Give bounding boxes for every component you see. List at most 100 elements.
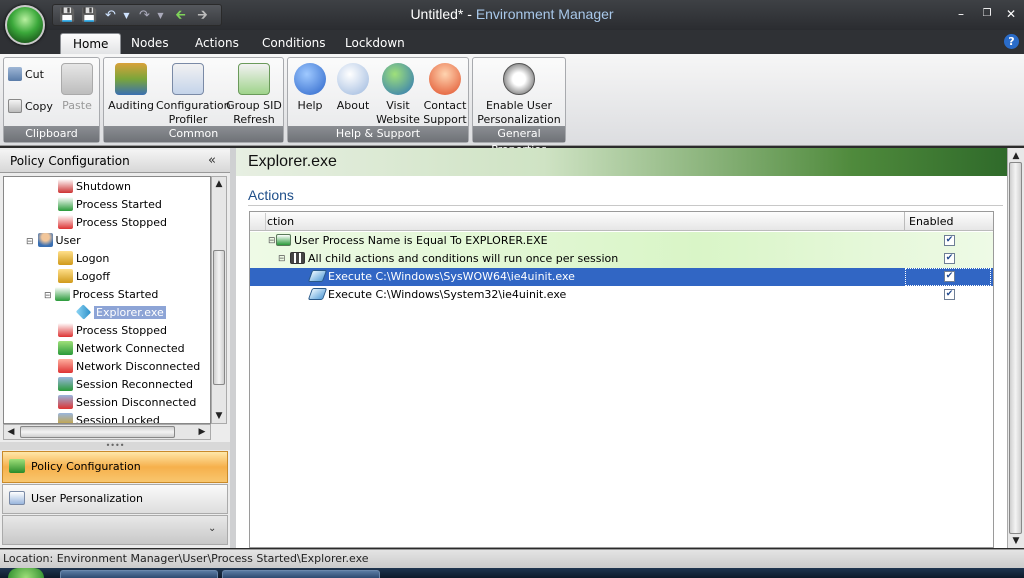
config-profiler-line1: Configuration [156, 99, 231, 112]
tree-vertical-scroll-thumb[interactable] [213, 250, 225, 385]
collapse-pane-icon[interactable]: « [208, 152, 222, 170]
about-button[interactable]: About [332, 60, 374, 126]
contact-line1: Contact [423, 99, 467, 112]
cut-button[interactable]: Cut [8, 66, 44, 84]
document-name: Untitled* [410, 6, 464, 22]
grid-row-once-per-session[interactable]: ⊟ All child actions and conditions will … [250, 250, 993, 268]
scroll-down-icon[interactable]: ▼ [1010, 535, 1022, 547]
minimize-button[interactable]: – [952, 6, 970, 22]
tree-item-session-reconnected[interactable]: Session Reconnected [58, 376, 193, 394]
general-properties-group-label: General Properties [473, 126, 565, 156]
nav-user-personalization[interactable]: User Personalization [2, 484, 228, 514]
paste-button[interactable]: Paste [52, 60, 102, 126]
logon-icon [58, 251, 73, 265]
enabled-checkbox[interactable]: ✔ [944, 235, 955, 246]
user-icon [37, 233, 53, 247]
session-reconnected-icon [58, 377, 73, 391]
enabled-checkbox[interactable]: ✔ [944, 253, 955, 264]
column-separator[interactable] [904, 212, 905, 231]
clipboard-group: Cut Copy Paste Clipboard [3, 57, 100, 143]
help-button[interactable]: Help [288, 60, 332, 126]
visit-line2: Website [376, 113, 420, 126]
cut-label: Cut [25, 68, 44, 81]
taskbar-button[interactable] [222, 570, 380, 578]
window-title: Untitled* - Environment Manager [0, 6, 1024, 22]
tree-item-process-started[interactable]: Process Started [58, 196, 162, 214]
tree-item-shutdown[interactable]: Shutdown [58, 178, 131, 196]
taskbar-button[interactable] [60, 570, 218, 578]
group-sid-refresh-button[interactable]: Group SID Refresh [226, 60, 282, 126]
chevron-down-icon[interactable]: ⌄ [208, 522, 222, 536]
scroll-left-icon[interactable]: ◀ [5, 426, 17, 438]
tree-item-process-stopped[interactable]: Process Stopped [58, 214, 167, 232]
tree-item-network-connected[interactable]: Network Connected [58, 340, 185, 358]
tree-item-session-disconnected[interactable]: Session Disconnected [58, 394, 196, 412]
nav-policy-configuration[interactable]: Policy Configuration [2, 451, 228, 483]
tree-label: Process Stopped [76, 324, 167, 337]
help-label: Help [297, 99, 323, 112]
scroll-right-icon[interactable]: ▶ [196, 426, 208, 438]
tree-item-logon[interactable]: Logon [58, 250, 109, 268]
tree-item-user[interactable]: ⊟ User [26, 232, 81, 250]
right-scroll-thumb[interactable] [1009, 162, 1022, 534]
start-button[interactable] [8, 568, 44, 578]
configuration-profiler-button[interactable]: Configuration Profiler [156, 60, 231, 126]
group-sid-refresh-icon [238, 63, 270, 95]
tab-conditions[interactable]: Conditions [250, 33, 338, 54]
expander-minus-icon[interactable]: ⊟ [268, 232, 276, 250]
column-header-enabled[interactable]: Enabled [909, 213, 953, 230]
grid-row-execute-system32[interactable]: Execute C:\Windows\System32\ie4uinit.exe… [250, 286, 993, 304]
enable-user-personalization-button[interactable]: Enable User Personalization [475, 60, 563, 126]
close-button[interactable]: ✕ [1002, 6, 1020, 22]
column-header-action[interactable]: ction [267, 213, 294, 230]
expander-minus-icon[interactable]: ⊟ [44, 291, 52, 301]
scroll-down-icon[interactable]: ▼ [213, 410, 225, 422]
tree-label: Explorer.exe [94, 306, 166, 319]
restore-button[interactable]: ❐ [978, 6, 996, 22]
help-support-group-label: Help & Support [288, 126, 468, 142]
scroll-up-icon[interactable]: ▲ [1010, 150, 1022, 162]
process-stopped-icon [58, 323, 73, 337]
grid-row-execute-syswow64[interactable]: Execute C:\Windows\SysWOW64\ie4uinit.exe… [250, 268, 993, 286]
tree-item-logoff[interactable]: Logoff [58, 268, 110, 286]
actions-section-title: Actions [248, 187, 294, 203]
contact-line2: Support [423, 113, 467, 126]
tab-nodes[interactable]: Nodes [119, 33, 181, 54]
tree-item-session-locked[interactable]: Session Locked [58, 412, 160, 423]
tree-horizontal-scroll-thumb[interactable] [20, 426, 175, 438]
contact-support-button[interactable]: Contact Support [422, 60, 468, 126]
enabled-checkbox[interactable]: ✔ [944, 271, 955, 282]
expander-minus-icon[interactable]: ⊟ [26, 237, 34, 247]
info-icon [337, 63, 369, 95]
nav-splitter[interactable]: •••• [0, 442, 230, 450]
tree-item-explorer-exe[interactable]: Explorer.exe [75, 304, 166, 322]
tree-item-network-disconnected[interactable]: Network Disconnected [58, 358, 200, 376]
copy-button[interactable]: Copy [8, 98, 53, 116]
row-text: Execute C:\Windows\System32\ie4uinit.exe [328, 288, 567, 301]
tree-label: Shutdown [76, 180, 131, 193]
nav-more-bar[interactable] [2, 515, 228, 545]
grid-row-condition[interactable]: ⊟ User Process Name is Equal To EXPLORER… [250, 232, 993, 250]
paste-icon [61, 63, 93, 95]
support-person-icon [429, 63, 461, 95]
grid-header-spacer [252, 213, 266, 230]
status-bar: Location: Environment Manager\User\Proce… [0, 549, 1024, 568]
expander-minus-icon[interactable]: ⊟ [278, 250, 286, 268]
application-orb-button[interactable] [5, 5, 45, 45]
tab-lockdown[interactable]: Lockdown [333, 33, 417, 54]
enable-line2: Personalization [477, 113, 561, 126]
execute-icon [307, 288, 328, 300]
help-icon[interactable]: ? [1004, 34, 1019, 49]
tab-actions[interactable]: Actions [183, 33, 251, 54]
row-text: All child actions and conditions will ru… [308, 252, 619, 265]
tree-item-user-process-stopped[interactable]: Process Stopped [58, 322, 167, 340]
visit-website-button[interactable]: Visit Website [376, 60, 420, 126]
tab-home[interactable]: Home [60, 33, 122, 54]
scroll-up-icon[interactable]: ▲ [213, 178, 225, 190]
group-sid-line1: Group SID [226, 99, 282, 112]
auditing-button[interactable]: Auditing [106, 60, 156, 126]
scissors-icon [8, 67, 22, 81]
tree-item-user-process-started[interactable]: ⊟ Process Started [44, 286, 158, 304]
enabled-checkbox[interactable]: ✔ [944, 289, 955, 300]
paste-label: Paste [62, 99, 92, 112]
